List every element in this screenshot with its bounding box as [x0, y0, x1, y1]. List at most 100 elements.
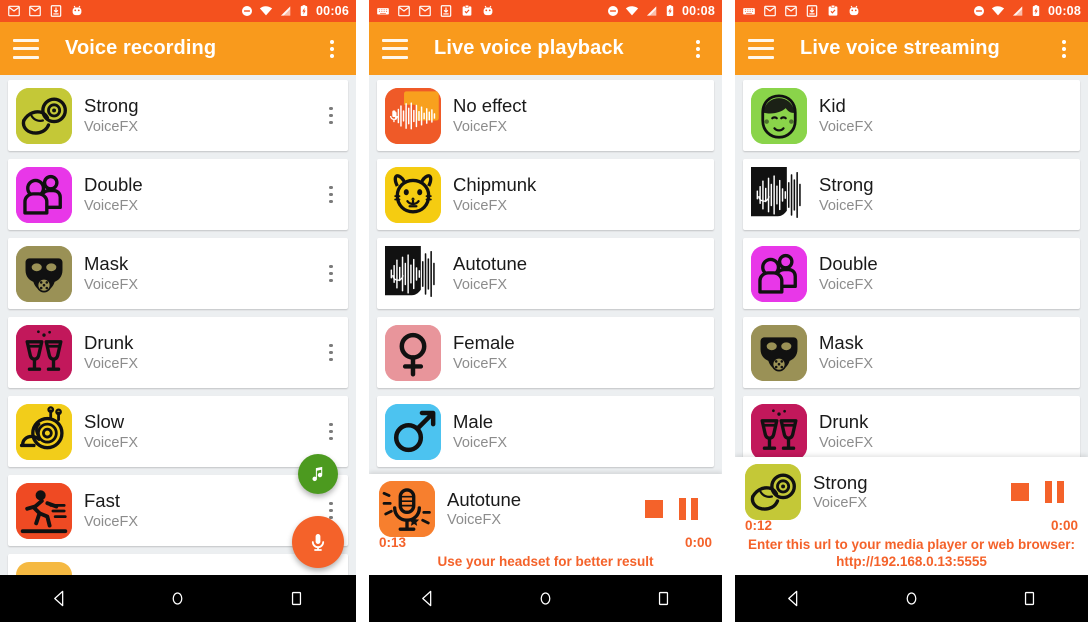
snail-icon	[16, 403, 72, 460]
record-fab[interactable]	[292, 516, 344, 568]
venus-symbol-icon	[385, 324, 441, 381]
recents-square-icon[interactable]	[646, 582, 680, 616]
player-effect-name: Autotune	[447, 488, 522, 510]
hamburger-menu-icon[interactable]	[13, 38, 39, 59]
list-item-name: Chipmunk	[453, 173, 537, 195]
list-item-text: Autotune VoiceFX	[453, 253, 527, 295]
status-bar-clock: 00:08	[682, 4, 715, 18]
wifi-icon	[991, 6, 1005, 16]
list-item[interactable]: Strong VoiceFX	[743, 159, 1080, 230]
kebab-menu-icon[interactable]	[321, 38, 343, 60]
player-text: Strong VoiceFX	[813, 472, 868, 513]
effect-icon	[16, 324, 72, 381]
effect-icon	[385, 324, 441, 381]
list-item-name: Mask	[819, 331, 864, 353]
list-item-name: Drunk	[84, 331, 134, 353]
list-item-overflow-icon[interactable]	[320, 182, 342, 208]
list-item-subtitle: VoiceFX	[453, 276, 507, 293]
stop-icon[interactable]	[645, 500, 663, 518]
status-bar-left-icons	[742, 4, 861, 18]
bottom-player: Autotune VoiceFX 0:13 0:00 Use your headset …	[369, 474, 722, 575]
hamburger-menu-icon[interactable]	[748, 38, 774, 59]
list-item-subtitle: VoiceFX	[453, 434, 507, 451]
list-item-text: Chipmunk VoiceFX	[453, 174, 536, 216]
clipboard-check-icon	[462, 4, 472, 16]
status-bar-left-icons	[376, 4, 495, 18]
list-item[interactable]: Double VoiceFX	[8, 159, 348, 230]
list-item-subtitle: VoiceFX	[84, 118, 138, 135]
music-fab[interactable]	[298, 454, 338, 494]
player-text: Autotune VoiceFX	[447, 489, 521, 530]
back-triangle-icon[interactable]	[42, 582, 76, 616]
effect-icon	[16, 87, 72, 144]
effect-icon	[16, 482, 72, 539]
kebab-menu-icon[interactable]	[1053, 38, 1075, 60]
list-item[interactable]: Drunk VoiceFX	[743, 396, 1080, 457]
back-triangle-icon[interactable]	[411, 582, 445, 616]
effect-icon	[385, 166, 441, 223]
list-item-text: Fast VoiceFX	[84, 490, 138, 532]
list-item-name: Slow	[84, 410, 125, 432]
black-waveform-icon	[385, 245, 441, 302]
navigation-bar	[0, 575, 356, 622]
back-triangle-icon[interactable]	[777, 582, 811, 616]
list-item[interactable]: Strong VoiceFX	[8, 80, 348, 151]
recents-square-icon[interactable]	[280, 582, 314, 616]
gmail-icon	[764, 5, 776, 17]
pause-icon[interactable]	[679, 498, 698, 520]
list-item[interactable]: Drunk VoiceFX	[8, 317, 348, 388]
gmail-icon	[8, 5, 20, 17]
list-item[interactable]: Female VoiceFX	[377, 317, 714, 388]
effect-icon	[751, 166, 807, 223]
wifi-icon	[625, 6, 639, 16]
list-item[interactable]: Male VoiceFX	[377, 396, 714, 467]
list-item[interactable]: Double VoiceFX	[743, 238, 1080, 309]
list-item-overflow-icon[interactable]	[320, 261, 342, 287]
list-item[interactable]: Autotune VoiceFX	[377, 238, 714, 309]
list-item-name: Strong	[819, 173, 874, 195]
list-item[interactable]: Chipmunk VoiceFX	[377, 159, 714, 230]
list-item-text: Kid VoiceFX	[819, 95, 873, 137]
list-item-overflow-icon[interactable]	[320, 419, 342, 445]
list-item[interactable]: Slow VoiceFX	[8, 396, 348, 467]
list-item-overflow-icon[interactable]	[320, 103, 342, 129]
pause-icon[interactable]	[1045, 481, 1064, 503]
list-item[interactable]: Mask VoiceFX	[743, 317, 1080, 388]
effects-list: No effect VoiceFX Chipmunk VoiceFX Autotune V…	[369, 75, 722, 474]
download-icon	[50, 5, 62, 17]
player-remaining-time: 0:00	[684, 535, 712, 550]
app-bar-title: Live voice playback	[434, 37, 624, 59]
list-item-subtitle: VoiceFX	[84, 197, 138, 214]
list-item[interactable]: Kid VoiceFX	[743, 80, 1080, 151]
app-bar: Voice recording	[0, 22, 356, 75]
mic-waveform-icon	[385, 87, 441, 144]
home-circle-icon[interactable]	[528, 582, 562, 616]
effect-icon	[385, 403, 441, 460]
player-times: 0:12 0:00	[745, 518, 1078, 533]
clipboard-check-icon	[828, 4, 838, 16]
hamburger-menu-icon[interactable]	[382, 38, 408, 59]
gas-mask-icon	[751, 324, 807, 381]
effect-icon	[16, 245, 72, 302]
list-item-subtitle: VoiceFX	[453, 355, 507, 372]
list-item[interactable]: Mask VoiceFX	[8, 238, 348, 309]
home-circle-icon[interactable]	[894, 582, 928, 616]
list-item[interactable]: No effect VoiceFX	[377, 80, 714, 151]
stop-icon[interactable]	[1011, 483, 1029, 501]
list-item-subtitle: VoiceFX	[84, 513, 138, 530]
bicep-strong-icon	[745, 464, 801, 520]
list-item-overflow-icon[interactable]	[320, 340, 342, 366]
download-icon	[806, 5, 818, 17]
list-item-name: Male	[453, 410, 494, 432]
player-row: Strong VoiceFX	[745, 464, 1078, 520]
phone-screenshot-live-voice-streaming: 00:08 Live voice streaming Kid VoiceFX Stron…	[735, 0, 1088, 622]
status-bar: 00:08	[735, 0, 1088, 22]
recents-square-icon[interactable]	[1012, 582, 1046, 616]
kebab-menu-icon[interactable]	[687, 38, 709, 60]
navigation-bar	[369, 575, 722, 622]
player-elapsed-time: 0:12	[745, 518, 773, 533]
effects-list: Strong VoiceFX Double VoiceFX Mask VoiceFX Dru…	[0, 75, 356, 575]
gmail-icon	[785, 5, 797, 17]
two-people-icon	[751, 245, 807, 302]
home-circle-icon[interactable]	[161, 582, 195, 616]
